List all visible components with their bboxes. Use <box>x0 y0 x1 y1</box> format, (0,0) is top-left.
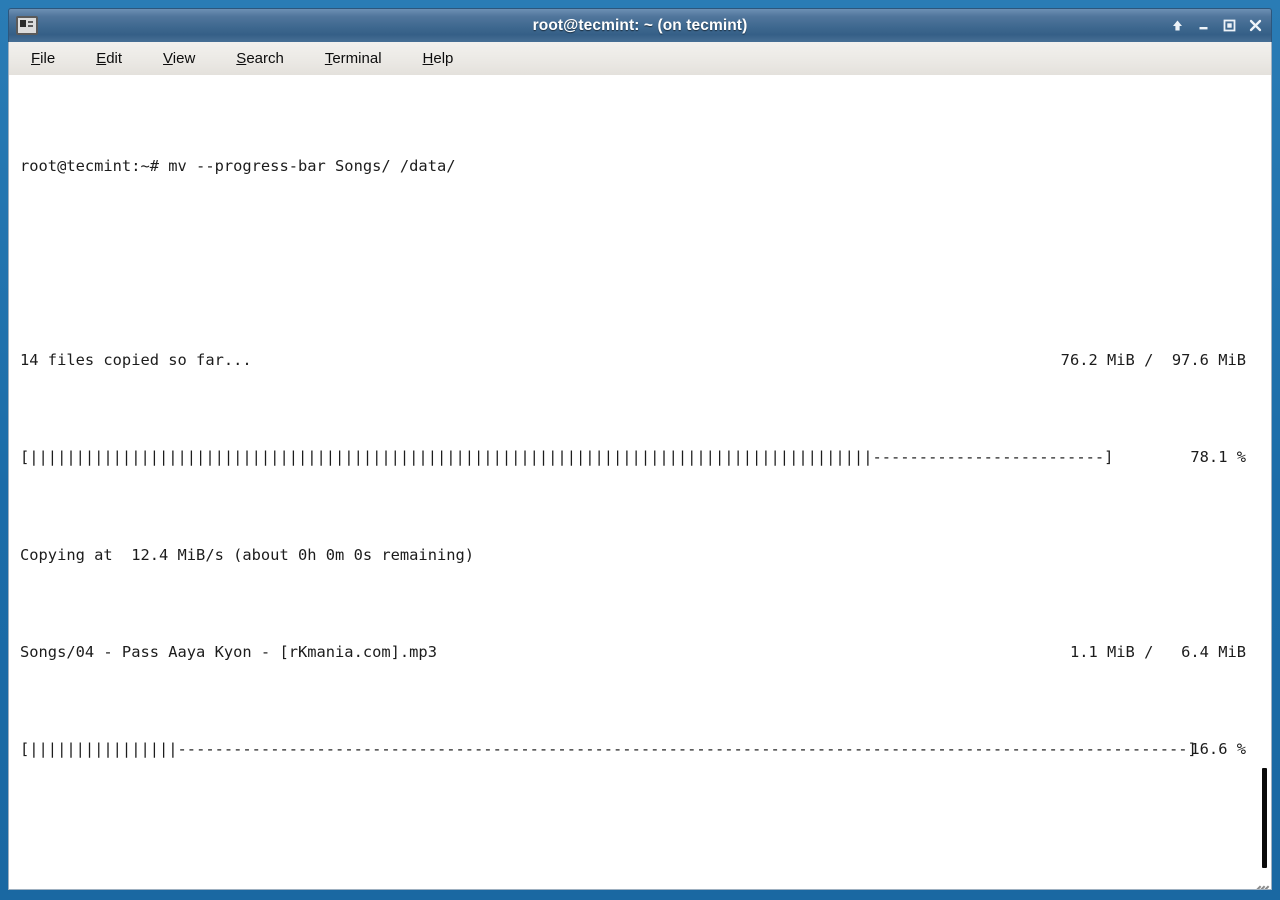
menu-label-rest: erminal <box>332 50 382 67</box>
menu-mnemonic: E <box>96 50 107 67</box>
overall-progress-bar: [|||||||||||||||||||||||||||||||||||||||… <box>20 445 1271 469</box>
resize-grip[interactable] <box>1249 867 1269 889</box>
menu-mnemonic: V <box>163 50 173 67</box>
overall-status-row: 14 files copied so far... 76.2 MiB / 97.… <box>20 348 1271 372</box>
current-file-size: 1.1 MiB / 6.4 MiB <box>1069 642 1246 661</box>
menu-item-view[interactable]: View <box>163 50 195 67</box>
overall-size-text: 76.2 MiB / 97.6 MiB <box>1060 351 1246 370</box>
current-bar-empty: ----------------------------------------… <box>177 740 1197 759</box>
terminal-icon[interactable] <box>16 16 38 35</box>
terminal-window: root@tecmint: ~ (on tecmint) File Edit V… <box>0 0 1280 900</box>
menu-item-file[interactable]: File <box>31 50 55 67</box>
current-file-name: Songs/04 - Pass Aaya Kyon - [rKmania.com… <box>20 642 437 661</box>
minimize-icon[interactable] <box>1196 18 1211 33</box>
window-controls <box>1170 18 1263 33</box>
menu-mnemonic: F <box>31 50 41 67</box>
terminal-output[interactable]: root@tecmint:~# mv --progress-bar Songs/… <box>9 75 1271 889</box>
terminal-body[interactable]: root@tecmint:~# mv --progress-bar Songs/… <box>8 75 1272 890</box>
overall-progress-glyphs: [|||||||||||||||||||||||||||||||||||||||… <box>20 445 1113 469</box>
menu-mnemonic: H <box>422 50 434 67</box>
scrollbar-thumb[interactable] <box>1262 768 1267 868</box>
window-title: root@tecmint: ~ (on tecmint) <box>532 16 748 34</box>
overall-status-text: 14 files copied so far... <box>20 351 252 370</box>
current-bar-filled: [|||||||||||||||| <box>20 740 178 759</box>
menu-label-rest: elp <box>433 50 454 67</box>
menu-mnemonic: S <box>236 50 247 67</box>
menu-item-terminal[interactable]: Terminal <box>325 50 382 67</box>
overall-percent-label: 78.1 % <box>1190 448 1246 467</box>
overall-bar-empty: -------------------------] <box>872 448 1114 467</box>
overall-bar-filled: [|||||||||||||||||||||||||||||||||||||||… <box>20 448 873 467</box>
title-bar[interactable]: root@tecmint: ~ (on tecmint) <box>8 8 1272 42</box>
terminal-scrollbar[interactable] <box>1256 76 1270 888</box>
transfer-speed-line: Copying at 12.4 MiB/s (about 0h 0m 0s re… <box>20 545 475 564</box>
menu-label-rest: dit <box>106 50 123 67</box>
menu-item-help[interactable]: Help <box>423 50 454 67</box>
shade-icon[interactable] <box>1170 18 1185 33</box>
maximize-icon[interactable] <box>1222 18 1237 33</box>
menu-item-search[interactable]: Search <box>236 50 284 67</box>
current-file-progress-bar: [||||||||||||||||-----------------------… <box>20 737 1271 761</box>
menu-label-rest: iew <box>172 50 196 67</box>
menu-bar: File Edit View Search Terminal Help <box>8 42 1272 75</box>
current-file-row: Songs/04 - Pass Aaya Kyon - [rKmania.com… <box>20 640 1271 664</box>
current-progress-glyphs: [||||||||||||||||-----------------------… <box>20 737 1197 761</box>
menu-label-rest: earch <box>246 50 284 67</box>
close-icon[interactable] <box>1248 18 1263 33</box>
current-percent-label: 16.6 % <box>1190 740 1246 759</box>
menu-label-rest: ile <box>40 50 56 67</box>
menu-item-edit[interactable]: Edit <box>96 50 122 67</box>
command-line: root@tecmint:~# mv --progress-bar Songs/… <box>20 156 456 175</box>
